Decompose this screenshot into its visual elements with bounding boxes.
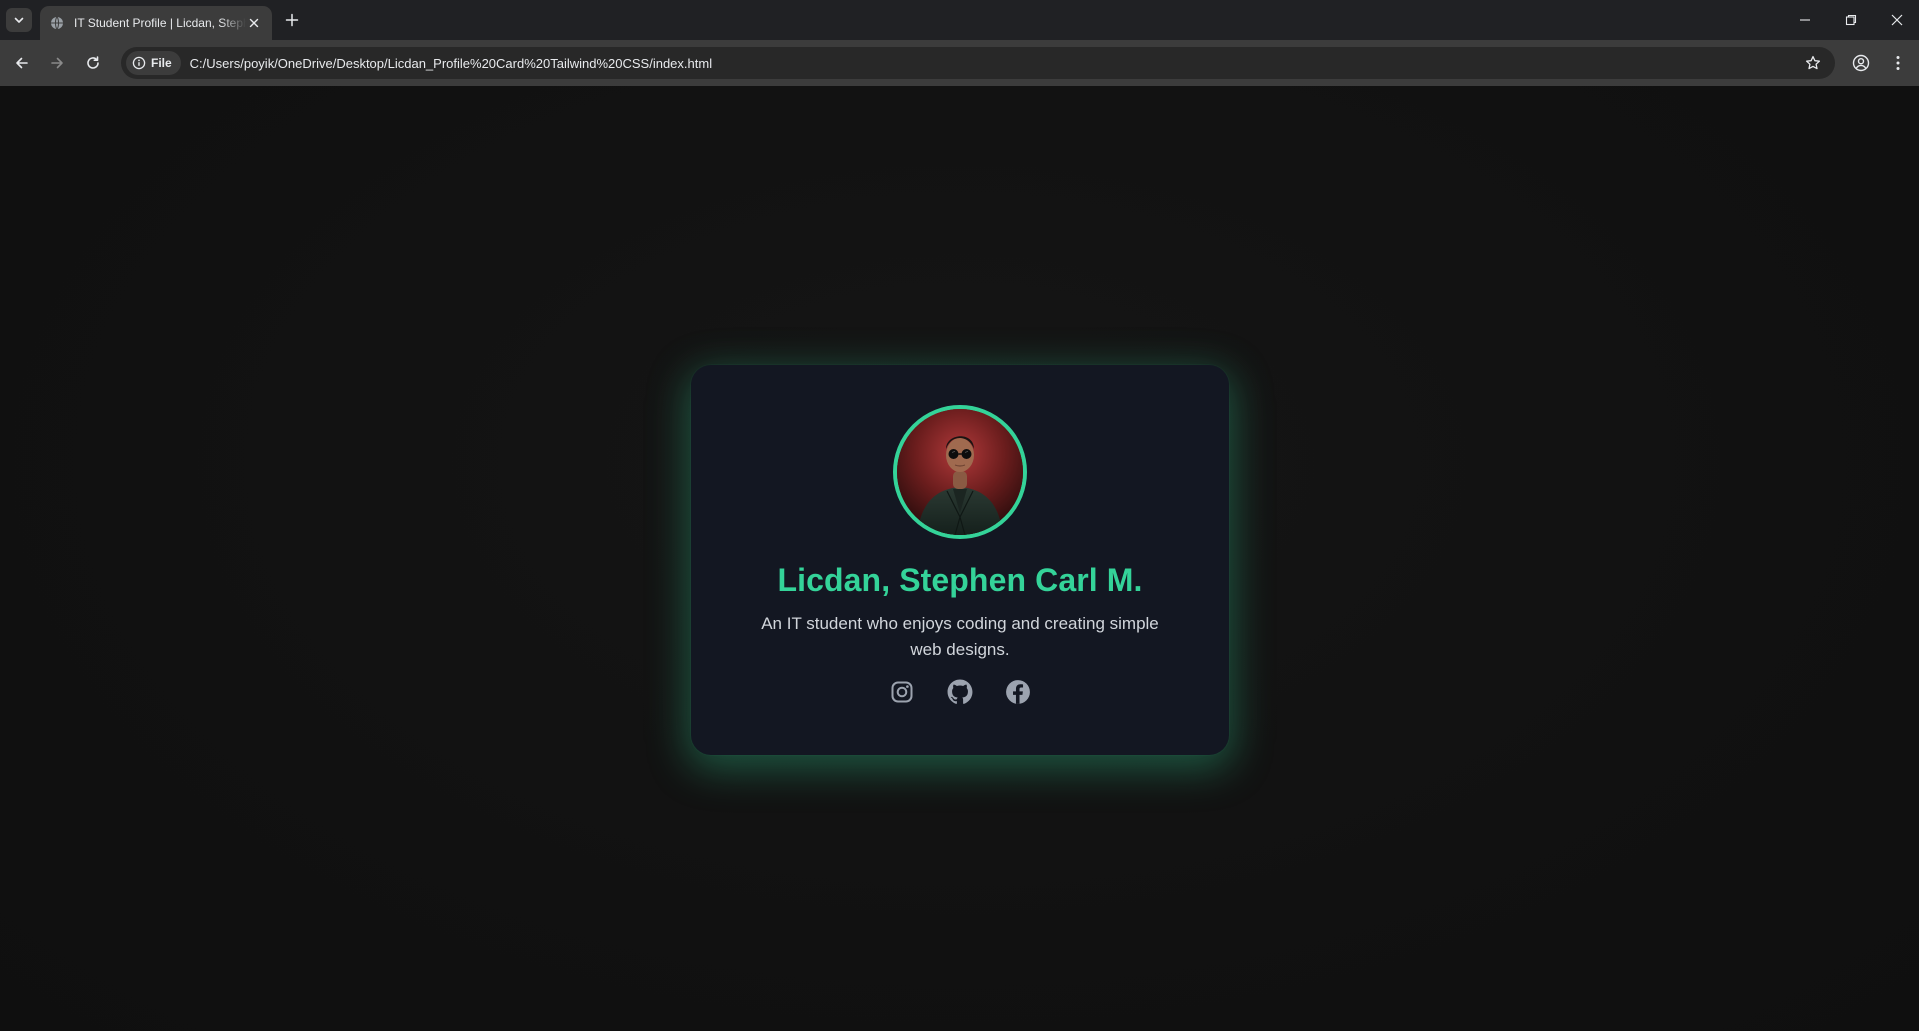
profile-button[interactable] [1849,51,1873,75]
restore-icon [1845,14,1857,26]
star-icon [1805,55,1821,70]
github-link[interactable] [947,679,973,705]
tab-title: IT Student Profile | Licdan, Stephen Car… [74,16,246,30]
facebook-icon [1006,680,1030,704]
bookmark-star-button[interactable] [1803,53,1823,73]
tab-close-icon[interactable] [246,15,262,31]
site-info-chip[interactable]: File [126,51,181,75]
chevron-down-icon [14,17,24,23]
close-icon [1891,14,1903,26]
close-window-button[interactable] [1884,8,1910,32]
active-tab[interactable]: IT Student Profile | Licdan, Stephen Car… [40,6,272,40]
instagram-icon [891,681,913,703]
minimize-button[interactable] [1792,8,1818,32]
profile-photo [897,409,1023,535]
security-chip-label: File [151,56,172,70]
restore-button[interactable] [1838,8,1864,32]
reload-icon [87,56,99,69]
profile-bio: An IT student who enjoys coding and crea… [761,614,1159,659]
instagram-link[interactable] [889,679,915,705]
reload-button[interactable] [81,51,105,75]
facebook-link[interactable] [1005,679,1031,705]
github-icon [947,679,973,704]
profile-avatar [893,405,1027,539]
plus-icon [285,13,299,27]
forward-button[interactable] [45,51,69,75]
address-url[interactable]: C:/Users/poyik/OneDrive/Desktop/Licdan_P… [190,56,712,71]
arrow-left-icon [16,57,28,69]
profile-name: Licdan, Stephen Carl M. [777,562,1143,598]
minimize-icon [1800,19,1810,21]
page-viewport: Licdan, Stephen Carl M. An IT student wh… [0,86,1919,1031]
browser-menu-button[interactable] [1886,51,1910,75]
address-bar[interactable]: File C:/Users/poyik/OneDrive/Desktop/Lic… [121,47,1835,79]
globe-icon [50,16,64,30]
account-circle-icon [1852,54,1870,72]
social-links [889,679,1031,705]
arrow-right-icon [51,57,63,69]
info-icon [132,56,146,70]
browser-toolbar: File C:/Users/poyik/OneDrive/Desktop/Lic… [0,40,1919,86]
tab-search-button[interactable] [6,8,32,32]
new-tab-button[interactable] [282,10,302,30]
profile-card: Licdan, Stephen Carl M. An IT student wh… [691,365,1229,755]
tab-strip: IT Student Profile | Licdan, Stephen Car… [0,0,1919,40]
more-vert-icon [1896,56,1900,70]
back-button[interactable] [10,51,34,75]
